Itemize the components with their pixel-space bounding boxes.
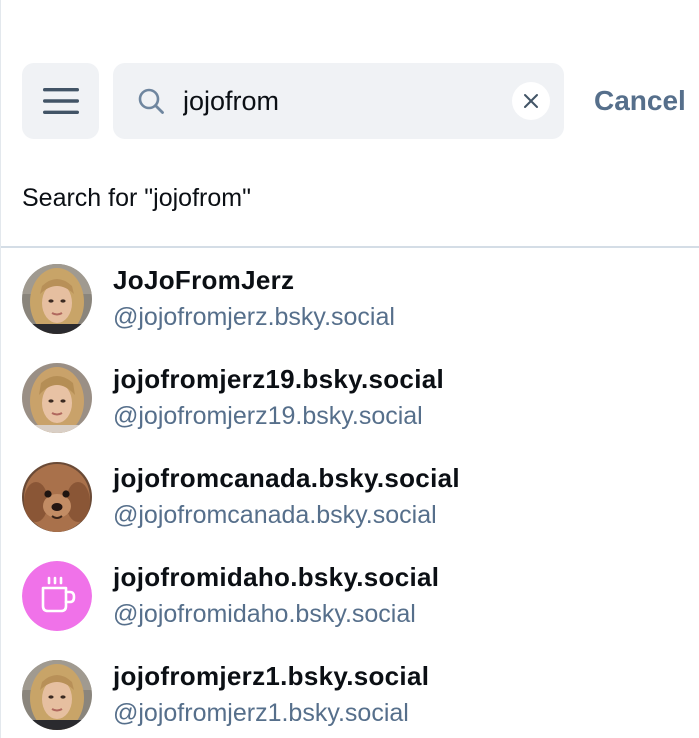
result-text: jojofromcanada.bsky.social @jojofromcana… <box>113 461 460 533</box>
cancel-button[interactable]: Cancel <box>594 85 686 117</box>
search-header: Cancel <box>22 63 686 139</box>
search-icon <box>138 88 164 114</box>
menu-button[interactable] <box>22 63 99 139</box>
search-screen: Cancel Search for "jojofrom" J <box>0 0 699 738</box>
handle: @jojofromjerz1.bsky.social <box>113 699 409 727</box>
avatar[interactable] <box>22 561 92 631</box>
avatar[interactable] <box>22 363 92 433</box>
handle: @jojofromjerz.bsky.social <box>113 303 395 331</box>
result-item[interactable]: JoJoFromJerz @jojofromjerz.bsky.social <box>1 248 699 347</box>
result-text: jojofromjerz19.bsky.social @jojofromjerz… <box>113 362 444 434</box>
result-text: jojofromjerz1.bsky.social @jojofromjerz1… <box>113 659 429 731</box>
close-icon <box>524 94 538 108</box>
search-suggestion[interactable]: Search for "jojofrom" <box>22 184 251 213</box>
handle: @jojofromcanada.bsky.social <box>113 501 437 529</box>
results-list: JoJoFromJerz @jojofromjerz.bsky.social j… <box>1 248 699 738</box>
handle: @jojofromidaho.bsky.social <box>113 600 416 628</box>
result-item[interactable]: jojofromidaho.bsky.social @jojofromidaho… <box>1 545 699 644</box>
clear-search-button[interactable] <box>512 82 550 120</box>
display-name: jojofromjerz19.bsky.social <box>113 364 444 394</box>
result-text: JoJoFromJerz @jojofromjerz.bsky.social <box>113 263 395 335</box>
result-text: jojofromidaho.bsky.social @jojofromidaho… <box>113 560 439 632</box>
search-box[interactable] <box>113 63 564 139</box>
avatar[interactable] <box>22 660 92 730</box>
display-name: jojofromidaho.bsky.social <box>113 562 440 592</box>
display-name: jojofromcanada.bsky.social <box>113 463 460 493</box>
display-name: JoJoFromJerz <box>113 265 295 295</box>
result-item[interactable]: jojofromjerz19.bsky.social @jojofromjerz… <box>1 347 699 446</box>
display-name: jojofromjerz1.bsky.social <box>113 661 430 691</box>
search-input[interactable] <box>183 81 512 121</box>
result-item[interactable]: jojofromjerz1.bsky.social @jojofromjerz1… <box>1 644 699 738</box>
handle: @jojofromjerz19.bsky.social <box>113 402 423 430</box>
avatar[interactable] <box>22 264 92 334</box>
result-item[interactable]: jojofromcanada.bsky.social @jojofromcana… <box>1 446 699 545</box>
avatar[interactable] <box>22 462 92 532</box>
hamburger-menu-icon <box>42 88 79 114</box>
